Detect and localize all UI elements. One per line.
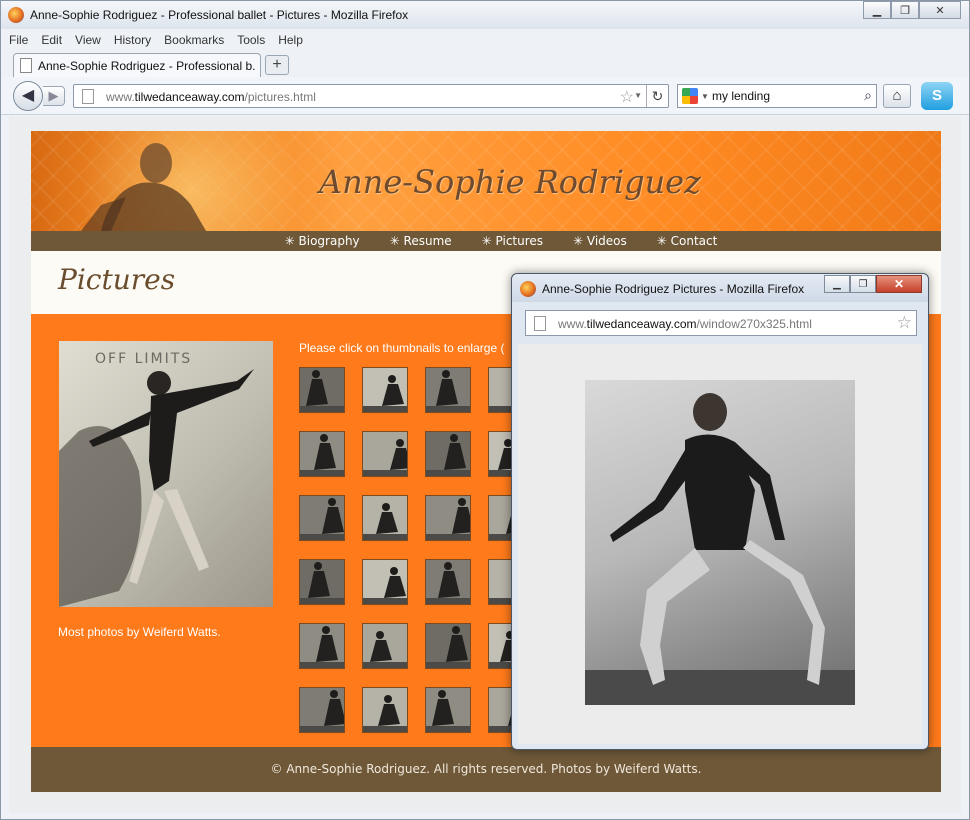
search-input[interactable] — [712, 88, 852, 104]
popup-window: Anne-Sophie Rodriguez Pictures - Mozilla… — [511, 273, 929, 750]
banner-dancer-image — [81, 143, 206, 231]
thumbnail-1-3[interactable] — [425, 367, 471, 413]
address-bar[interactable]: www.tilwedanceaway.com/pictures.html ☆ ▼… — [73, 84, 669, 108]
main-photo: OFF LIMITS — [59, 341, 273, 607]
nav-contact[interactable]: ✳ Contact — [657, 231, 718, 251]
menu-file[interactable]: File — [9, 29, 28, 51]
page-icon — [20, 58, 32, 73]
menu-edit[interactable]: Edit — [41, 29, 62, 51]
popup-title: Anne-Sophie Rodriguez Pictures - Mozilla… — [542, 282, 805, 296]
page-title: Pictures — [58, 263, 176, 296]
nav-videos[interactable]: ✳ Videos — [573, 231, 627, 251]
new-tab-button[interactable]: + — [265, 55, 289, 75]
url-text[interactable]: www.tilwedanceaway.com/pictures.html — [106, 90, 316, 104]
url-domain: tilwedanceaway.com — [134, 90, 245, 104]
url-dropdown-icon[interactable]: ▼ — [634, 91, 642, 100]
thumbnail-4-3[interactable] — [425, 559, 471, 605]
skype-icon: S — [931, 87, 942, 104]
menu-view[interactable]: View — [75, 29, 101, 51]
tab-strip: Anne-Sophie Rodriguez - Professional b..… — [1, 51, 969, 77]
search-bar: ▼ ⌕ — [677, 84, 877, 108]
popup-window-controls: ▁ ❐ ✕ — [824, 275, 922, 293]
browser-window: Anne-Sophie Rodriguez - Professional bal… — [0, 0, 970, 820]
search-engine-dropdown-icon[interactable]: ▼ — [701, 92, 709, 101]
popup-address-bar[interactable]: www.tilwedanceaway.com/window270x325.htm… — [525, 310, 917, 336]
thumbnail-instructions: Please click on thumbnails to enlarge ( — [299, 341, 505, 355]
search-icon[interactable]: ⌕ — [864, 87, 872, 104]
window-controls: ▁ ❐ ✕ — [863, 1, 961, 19]
firefox-icon — [8, 7, 24, 23]
close-button[interactable]: ✕ — [919, 1, 961, 19]
tab-pictures[interactable]: Anne-Sophie Rodriguez - Professional b..… — [13, 53, 261, 77]
menu-bar: File Edit View History Bookmarks Tools H… — [1, 29, 969, 51]
site-banner: Anne-Sophie Rodriguez — [31, 131, 941, 231]
thumbnail-1-1[interactable] — [299, 367, 345, 413]
popup-minimize-button[interactable]: ▁ — [824, 275, 850, 293]
home-button[interactable]: ⌂ — [883, 84, 911, 108]
menu-tools[interactable]: Tools — [237, 29, 265, 51]
home-icon: ⌂ — [892, 87, 902, 104]
title-bar: Anne-Sophie Rodriguez - Professional bal… — [1, 1, 969, 29]
url-prefix: www. — [106, 90, 135, 104]
thumbnail-6-3[interactable] — [425, 687, 471, 733]
enlarged-photo — [585, 380, 855, 705]
url-path: /window270x325.html — [696, 317, 812, 331]
back-button[interactable]: ◀ — [13, 81, 43, 111]
menu-bookmarks[interactable]: Bookmarks — [164, 29, 224, 51]
thumbnail-3-2[interactable] — [362, 495, 408, 541]
nav-resume[interactable]: ✳ Resume — [390, 231, 452, 251]
footer-text: © Anne-Sophie Rodriguez. All rights rese… — [270, 762, 702, 776]
page-icon — [82, 89, 94, 104]
url-path: /pictures.html — [244, 90, 316, 104]
thumbnail-5-2[interactable] — [362, 623, 408, 669]
minimize-button[interactable]: ▁ — [863, 1, 891, 19]
thumbnail-5-1[interactable] — [299, 623, 345, 669]
forward-arrow-icon: ▶ — [48, 88, 59, 103]
url-prefix: www. — [558, 317, 587, 331]
menu-history[interactable]: History — [114, 29, 151, 51]
nav-pictures[interactable]: ✳ Pictures — [482, 231, 543, 251]
enlarged-photo-dancer — [585, 393, 855, 705]
site-footer: © Anne-Sophie Rodriguez. All rights rese… — [31, 747, 941, 792]
thumbnail-3-3[interactable] — [425, 495, 471, 541]
thumbnail-4-2[interactable] — [362, 559, 408, 605]
thumbnail-2-1[interactable] — [299, 431, 345, 477]
popup-content — [518, 344, 922, 744]
site-title: Anne-Sophie Rodriguez — [319, 163, 701, 201]
window-title: Anne-Sophie Rodriguez - Professional bal… — [30, 8, 409, 22]
popup-close-button[interactable]: ✕ — [876, 275, 922, 293]
photo-caption: Most photos by Weiferd Watts. — [58, 625, 221, 639]
thumbnail-2-2[interactable] — [362, 431, 408, 477]
main-photo-dancer — [59, 369, 254, 607]
url-domain: tilwedanceaway.com — [586, 317, 697, 331]
thumbnail-6-2[interactable] — [362, 687, 408, 733]
thumbnail-4-1[interactable] — [299, 559, 345, 605]
site-navigation: ✳ Biography ✳ Resume ✳ Pictures ✳ Videos… — [31, 231, 941, 251]
navigation-toolbar: ◀ ▶ www.tilwedanceaway.com/pictures.html… — [1, 77, 969, 115]
thumbnail-3-1[interactable] — [299, 495, 345, 541]
tab-label: Anne-Sophie Rodriguez - Professional b..… — [38, 59, 256, 73]
reload-button[interactable]: ↻ — [646, 85, 668, 107]
firefox-icon — [520, 281, 536, 297]
maximize-button[interactable]: ❐ — [891, 1, 919, 19]
reload-icon: ↻ — [651, 88, 664, 104]
thumbnail-2-3[interactable] — [425, 431, 471, 477]
menu-help[interactable]: Help — [278, 29, 303, 51]
nav-biography[interactable]: ✳ Biography — [285, 231, 360, 251]
back-arrow-icon: ◀ — [21, 87, 35, 104]
popup-maximize-button[interactable]: ❐ — [850, 275, 876, 293]
google-icon[interactable] — [682, 88, 698, 104]
bookmark-star-icon[interactable]: ☆ — [620, 87, 634, 107]
bookmark-star-icon[interactable]: ☆ — [897, 313, 912, 333]
skype-button[interactable]: S — [921, 82, 953, 110]
popup-url-text[interactable]: www.tilwedanceaway.com/window270x325.htm… — [558, 317, 812, 331]
main-photo-sign: OFF LIMITS — [95, 351, 193, 367]
thumbnail-5-3[interactable] — [425, 623, 471, 669]
page-icon — [534, 316, 546, 331]
thumbnail-1-2[interactable] — [362, 367, 408, 413]
thumbnail-6-1[interactable] — [299, 687, 345, 733]
forward-button[interactable]: ▶ — [43, 86, 65, 106]
popup-title-bar: Anne-Sophie Rodriguez Pictures - Mozilla… — [512, 274, 928, 302]
